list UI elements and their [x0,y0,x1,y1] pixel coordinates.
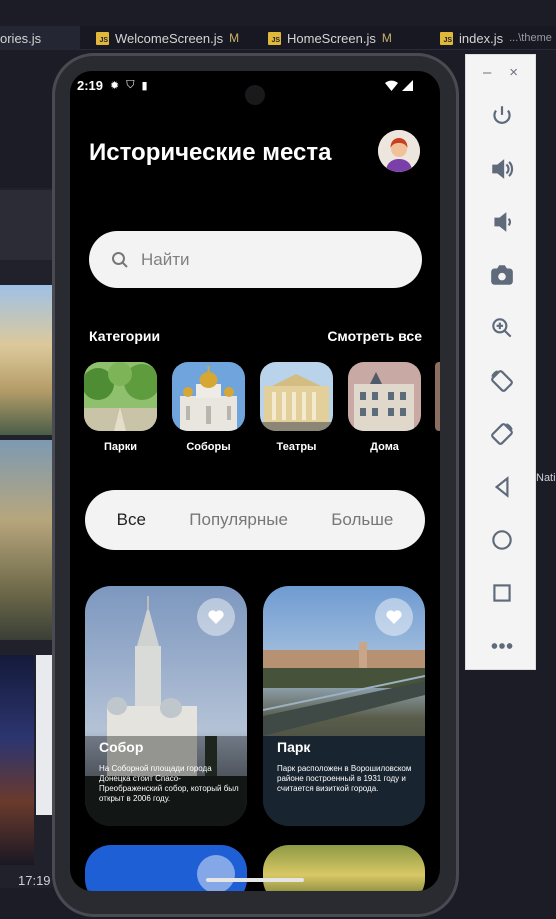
volume-up-button[interactable] [466,142,537,195]
background-window-toolbar [0,190,52,260]
front-camera [245,85,265,105]
volume-up-icon [491,158,513,179]
category-label: Театры [276,441,317,453]
home-indicator[interactable] [206,878,304,882]
rotate-right-button[interactable] [466,407,537,460]
filter-more[interactable]: Больше [331,510,393,530]
rotate-right-icon [490,422,513,445]
category-houses-image [348,362,421,431]
place-card-description: На Соборной площади города Донецка стоит… [99,764,239,803]
wifi-icon [385,80,398,91]
settings-gear-icon: ✹ [110,79,120,92]
place-card-description: Парк расположен в Ворошиловском районе п… [277,764,412,793]
category-label: Дома [370,441,399,453]
more-button[interactable] [466,619,537,672]
category-theatres-image [260,362,333,431]
heart-icon [386,610,402,624]
home-icon [491,529,512,550]
zoom-icon [491,317,511,337]
editor-tab-welcome-screen[interactable]: JS WelcomeScreen.js M [86,26,249,50]
category-label: Парки [103,441,137,453]
js-file-icon: JS [268,31,281,45]
category-parks[interactable]: Парки [84,362,157,453]
category-cathedrals[interactable]: Соборы [172,362,245,453]
power-icon [492,105,511,124]
categories-heading: Категории [89,328,161,344]
category-next-peek [435,362,440,431]
place-card-title: Парк [277,739,311,755]
editor-tab-home-screen[interactable]: JS HomeScreen.js M [258,26,402,50]
tab-label: ories.js [0,30,42,46]
category-label: Соборы [186,441,231,453]
filter-popular[interactable]: Популярные [189,510,288,530]
tab-label: WelcomeScreen.js [115,30,224,46]
editor-tab-stories[interactable]: ories.js [0,26,80,50]
overview-button[interactable] [466,566,537,619]
search-placeholder: Найти [141,249,190,269]
home-button[interactable] [466,513,537,566]
category-theatres[interactable]: Театры [260,362,333,453]
back-icon [494,475,508,498]
emulator-window-controls: – × [466,55,535,89]
background-mural-image [0,440,52,640]
camera-icon [490,264,513,285]
js-file-icon: JS [440,31,453,45]
background-city-image [0,655,34,865]
status-time: 2:19 [77,77,104,93]
category-houses[interactable]: Дома [348,362,421,453]
emulator-toolbar: – × [465,54,536,670]
background-tool-strip [36,655,52,815]
js-file-icon: JS [96,31,109,45]
place-card-cathedral[interactable]: Собор На Соборной площади города Донецка… [85,586,247,826]
place-card-title: Собор [99,739,144,755]
zoom-button[interactable] [466,301,537,354]
filter-segmented-control: Все Популярные Больше [85,490,425,550]
category-cathedrals-image [172,362,245,431]
background-theatre-image [0,285,52,435]
signal-icon [402,79,413,91]
rotate-left-button[interactable] [466,354,537,407]
search-icon [112,251,128,268]
sd-card-icon: ▮ [141,79,148,92]
avatar[interactable] [378,130,420,172]
favorite-button[interactable] [197,855,235,891]
filter-all[interactable]: Все [117,510,146,530]
favorite-button[interactable] [197,598,235,636]
category-parks-image [84,362,157,431]
place-card-next-2[interactable] [263,845,425,891]
page-title: Исторические места [89,139,332,166]
place-card-next-1[interactable] [85,845,247,891]
tab-label: index.js [459,30,504,46]
screenshot-button[interactable] [466,248,537,301]
rotate-left-icon [490,369,513,392]
editor-tab-index[interactable]: JS index.js ...\theme [430,26,556,50]
more-icon [491,642,512,649]
volume-down-icon [493,211,511,232]
search-input[interactable]: Найти [89,231,422,288]
back-button[interactable] [466,460,537,513]
favorite-button[interactable] [375,598,413,636]
background-label: Nati [536,472,556,484]
modified-badge: M [229,31,240,45]
shield-icon: ⛉ [126,78,135,91]
power-button[interactable] [466,89,537,142]
see-all-link[interactable]: Смотреть все [327,328,422,344]
user-avatar-icon [378,130,420,172]
close-button[interactable]: × [509,64,518,81]
place-card-park[interactable]: Парк Парк расположен в Ворошиловском рай… [263,586,425,826]
minimize-button[interactable]: – [483,64,491,81]
heart-icon [208,610,224,624]
tab-label: HomeScreen.js [287,30,376,46]
overview-icon [492,583,511,602]
modified-badge: M [381,31,392,45]
phone-screen: 2:19 ✹ ⛉ ▮ Исторические места Найти Кате… [70,71,440,891]
editor-tab-bar: ories.js JS WelcomeScreen.js M JS HomeSc… [0,26,556,50]
volume-down-button[interactable] [466,195,537,248]
tab-path-hint: ...\theme [509,32,552,44]
background-clock: 17:19 [18,873,51,888]
